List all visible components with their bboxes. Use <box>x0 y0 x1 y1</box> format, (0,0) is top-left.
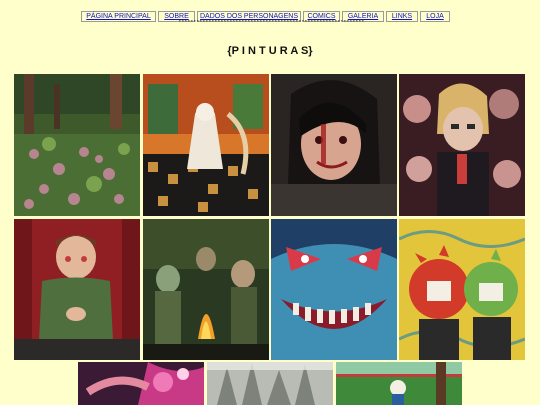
nav-link-shop[interactable]: LOJA <box>420 11 450 22</box>
nav-link-home[interactable]: PÁGINA PRINCIPAL <box>81 11 156 22</box>
painting-man-green-jacket[interactable] <box>14 219 140 360</box>
painting-image <box>14 74 140 216</box>
painting-image <box>399 74 525 216</box>
painting-hand-pink-burst[interactable] <box>78 362 204 405</box>
nav-divider: ****************************************… <box>178 20 364 26</box>
painting-image <box>336 362 462 405</box>
painting-dark-haired-smile[interactable] <box>271 74 397 216</box>
painting-forest-character[interactable] <box>336 362 462 405</box>
painting-image <box>14 219 140 360</box>
painting-image <box>78 362 204 405</box>
painting-forest-pond[interactable] <box>14 74 140 216</box>
painting-crowd-blonde[interactable] <box>399 74 525 216</box>
painting-image <box>271 74 397 216</box>
painting-image <box>271 219 397 360</box>
nav-link-links[interactable]: LINKS <box>386 11 418 22</box>
painting-image <box>399 219 525 360</box>
painting-grey-trees[interactable] <box>207 362 333 405</box>
painting-blue-grin[interactable] <box>271 219 397 360</box>
painting-image <box>143 74 269 216</box>
painting-campfire-soldiers[interactable] <box>143 219 269 360</box>
painting-red-green-heads[interactable] <box>399 219 525 360</box>
page-title: {P I N T U R A S} <box>227 45 313 58</box>
painting-ghost-girl-chair[interactable] <box>143 74 269 216</box>
painting-image <box>207 362 333 405</box>
painting-image <box>143 219 269 360</box>
